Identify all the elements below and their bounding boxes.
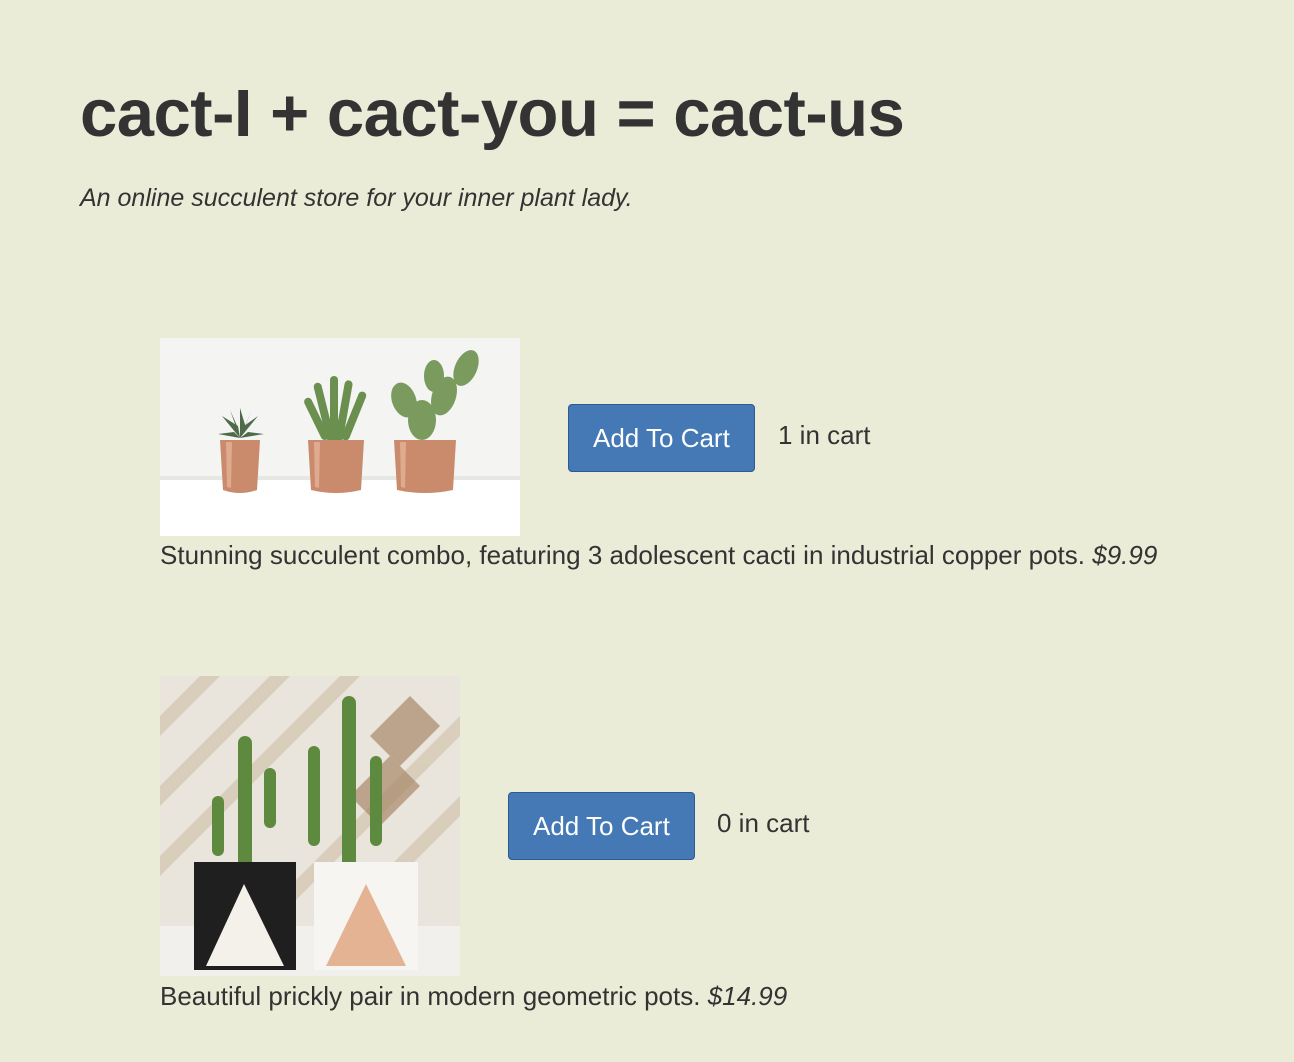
product-image: [160, 676, 460, 976]
page-subtitle: An online succulent store for your inner…: [80, 184, 633, 212]
page-title: cact-I + cact-you = cact-us: [80, 76, 905, 151]
add-to-cart-button[interactable]: Add To Cart: [508, 792, 695, 860]
product-card: Add To Cart 1 in cart Stunning succulent…: [160, 338, 1157, 570]
description-text: Stunning succulent combo, featuring 3 ad…: [160, 540, 1085, 570]
product-description: Stunning succulent combo, featuring 3 ad…: [160, 540, 1157, 571]
product-description: Beautiful prickly pair in modern geometr…: [160, 981, 787, 1012]
page: cact-I + cact-you = cact-us An online su…: [0, 0, 1294, 1062]
cart-count: 0 in cart: [717, 808, 810, 838]
description-text: Beautiful prickly pair in modern geometr…: [160, 981, 701, 1011]
product-image: [160, 338, 520, 536]
cart-count: 1 in cart: [778, 420, 871, 450]
product-card: Add To Cart 0 in cart Beautiful prickly …: [160, 676, 810, 1011]
product-price: $9.99: [1092, 540, 1158, 570]
product-price: $14.99: [707, 981, 788, 1011]
add-to-cart-button[interactable]: Add To Cart: [568, 404, 755, 472]
